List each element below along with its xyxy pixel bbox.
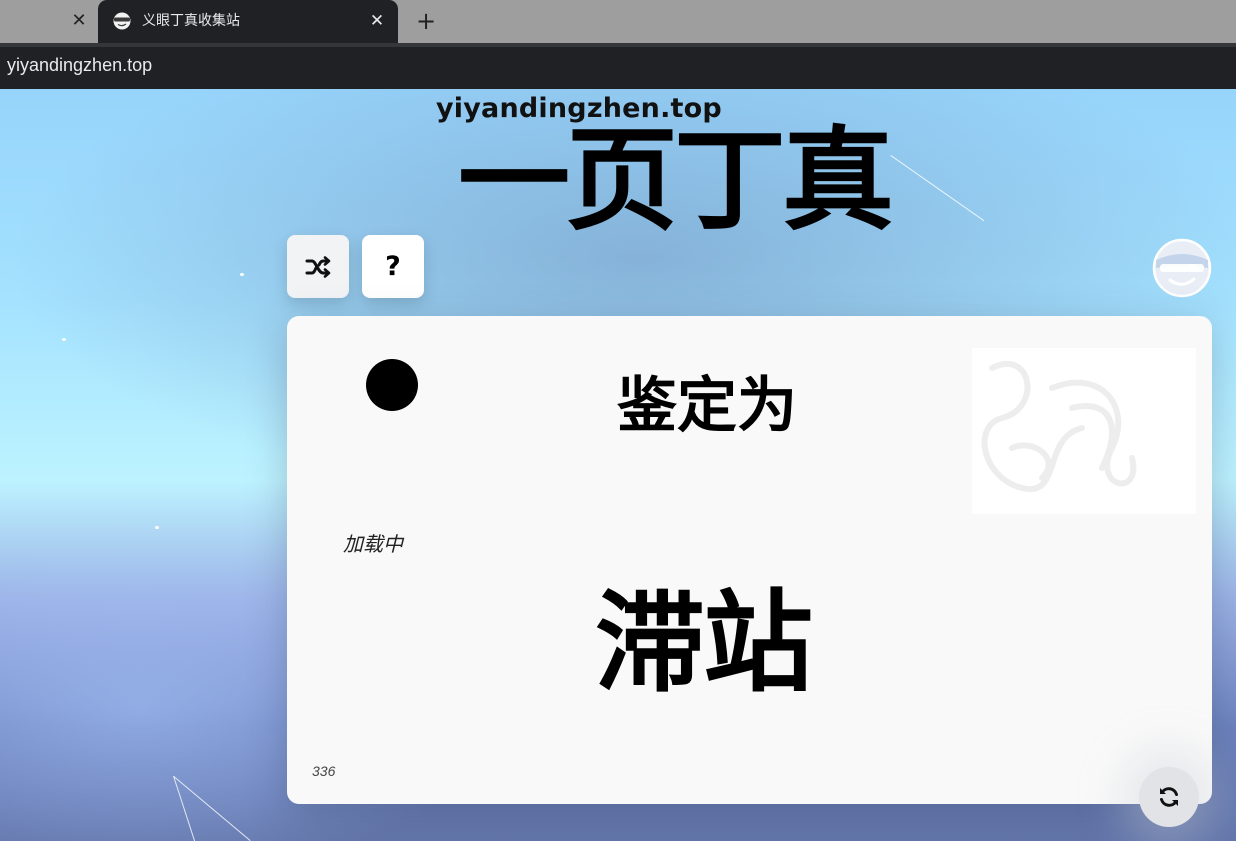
help-button[interactable]: ?	[362, 235, 424, 298]
star-dot	[62, 338, 66, 341]
previous-tab-close-icon[interactable]: ✕	[68, 8, 90, 34]
shuffle-icon	[305, 255, 331, 278]
url-text[interactable]: yiyandingzhen.top	[7, 55, 152, 76]
page-title: 一页丁真	[458, 116, 894, 246]
tab-strip: ✕ 义眼丁真收集站 ✕ +	[0, 0, 1236, 43]
result-text: 滞站	[595, 579, 813, 707]
refresh-button[interactable]	[1139, 767, 1199, 827]
star-dot	[155, 526, 159, 529]
star-dot	[240, 273, 244, 276]
dingzhen-face-icon[interactable]	[1152, 238, 1212, 298]
scribble-icon	[981, 360, 1137, 493]
address-bar[interactable]: yiyandingzhen.top	[0, 43, 1236, 89]
active-tab[interactable]: 义眼丁真收集站 ✕	[98, 0, 398, 43]
new-tab-plus-icon[interactable]: +	[412, 6, 440, 36]
tab-close-icon[interactable]: ✕	[366, 9, 388, 33]
shuffle-button[interactable]	[287, 235, 349, 298]
avatar-placeholder	[366, 359, 418, 411]
refresh-icon	[1160, 787, 1178, 807]
tab-title: 义眼丁真收集站	[142, 13, 240, 29]
loading-text: 加载中	[343, 532, 403, 556]
meteor-streak	[173, 776, 251, 841]
result-card: 鉴定为 加载中 滞站 336	[287, 316, 1212, 804]
counter-text: 336	[312, 763, 336, 779]
card-heading: 鉴定为	[617, 371, 797, 441]
sticker-image	[972, 348, 1196, 514]
help-question-mark-icon: ?	[385, 251, 401, 282]
tab-favicon-icon	[113, 12, 131, 30]
meteor-streak	[890, 155, 985, 222]
